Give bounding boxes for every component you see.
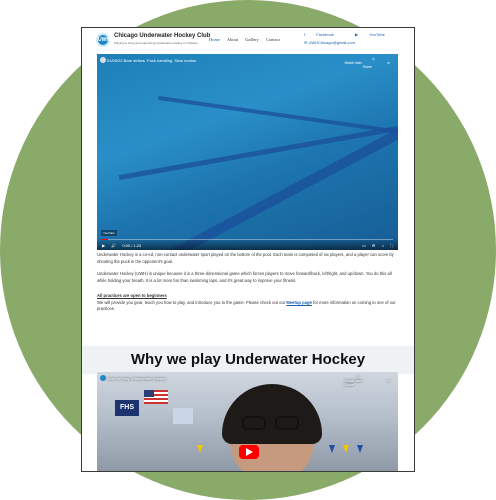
fhs-banner: FHS [115,400,139,416]
video-progress-fill [102,239,108,240]
practice-section: All practices are open to beginners We w… [97,293,399,313]
video-player-drills[interactable]: 01/09/22 Bare strikes. Puck handling. Sl… [97,54,398,250]
youtube-link[interactable]: ▶ YouTube [355,32,395,37]
social-links: f Facebook ▶ YouTube ✉ UWHChicago@gmail.… [304,32,405,45]
practice-heading: All practices are open to beginners [97,293,167,298]
nav-contact[interactable]: Contact [266,37,280,42]
main-nav: Home About Gallery Contact [209,37,286,42]
pennant [329,445,335,453]
play-icon[interactable]: ▶ [102,243,105,248]
pool-lane-line [157,95,398,137]
video-top-actions: ◷ Watch later ➦ Share [333,57,391,69]
video-time: 0:00 / 1:23 [122,243,142,248]
site-tagline: Playing to bring and supporting Underwat… [114,41,198,45]
channel-avatar[interactable] [100,57,106,63]
video-player-why[interactable]: FHS Why we play Underwater Hockey ◷ Watch… [97,372,398,471]
pennant [357,445,363,453]
facebook-link[interactable]: f Facebook [304,32,344,37]
site-header: UWH Chicago Underwater Hockey Club Playi… [82,28,414,56]
youtube-watermark[interactable]: YouTube [101,230,117,236]
wall-banner [173,408,193,424]
unique-paragraph: Underwater Hockey (UWH) is unique becaus… [97,271,392,283]
captions-icon[interactable]: ▭ [362,243,366,248]
nav-gallery[interactable]: Gallery [245,37,259,42]
watch-later-button[interactable]: ◷ Watch later [333,57,375,65]
share-icon: ➦ [387,379,390,383]
youtube-play-icon[interactable] [239,445,259,459]
webpage: UWH Chicago Underwater Hockey Club Playi… [81,27,415,472]
glasses-left [242,416,266,430]
glasses-right [275,416,299,430]
video-top-actions: ◷ Watch later ➦ Share [333,375,391,387]
facebook-icon: f [304,32,307,37]
settings-icon[interactable]: ⚙ [372,243,376,248]
email-link[interactable]: ✉ UWHChicago@gmail.com [304,40,405,45]
practice-text-before: We will provide you gear, teach you how … [97,299,287,305]
nav-home[interactable]: Home [209,37,220,42]
club-logo[interactable]: UWH [96,33,110,47]
watch-later-button[interactable]: ◷ Watch later [333,375,363,383]
meetup-link[interactable]: Meetup page [286,300,312,305]
volume-icon[interactable]: 🔊 [111,243,116,248]
video-controls-right: ▭ ⚙ ⌂ ⛶ [357,243,393,248]
pool-lane-line [97,120,398,250]
fullscreen-icon[interactable]: ⛶ [390,243,393,248]
site-title[interactable]: Chicago Underwater Hockey Club [114,33,210,39]
pennant [343,445,349,453]
person-hair [222,384,322,444]
video-title[interactable]: 01/09/22 Bare strikes. Puck handling. Sl… [107,58,197,63]
video-title[interactable]: Why we play Underwater Hockey [107,376,166,381]
channel-avatar[interactable] [100,375,106,381]
nav-about[interactable]: About [227,37,238,42]
video-progress-bar[interactable] [102,239,393,240]
youtube-icon: ▶ [354,32,360,37]
cast-icon[interactable]: ⌂ [382,243,384,248]
american-flag-image [144,390,168,404]
share-icon: ➦ [387,61,390,65]
video-controls-left: ▶ 🔊 0:00 / 1:23 [102,243,146,248]
why-heading: Why we play Underwater Hockey [130,351,366,368]
intro-paragraph: Underwater Hockey is a co-ed, non-contac… [97,252,394,264]
why-section-header: Why we play Underwater Hockey [82,346,414,374]
pennant [197,445,203,453]
